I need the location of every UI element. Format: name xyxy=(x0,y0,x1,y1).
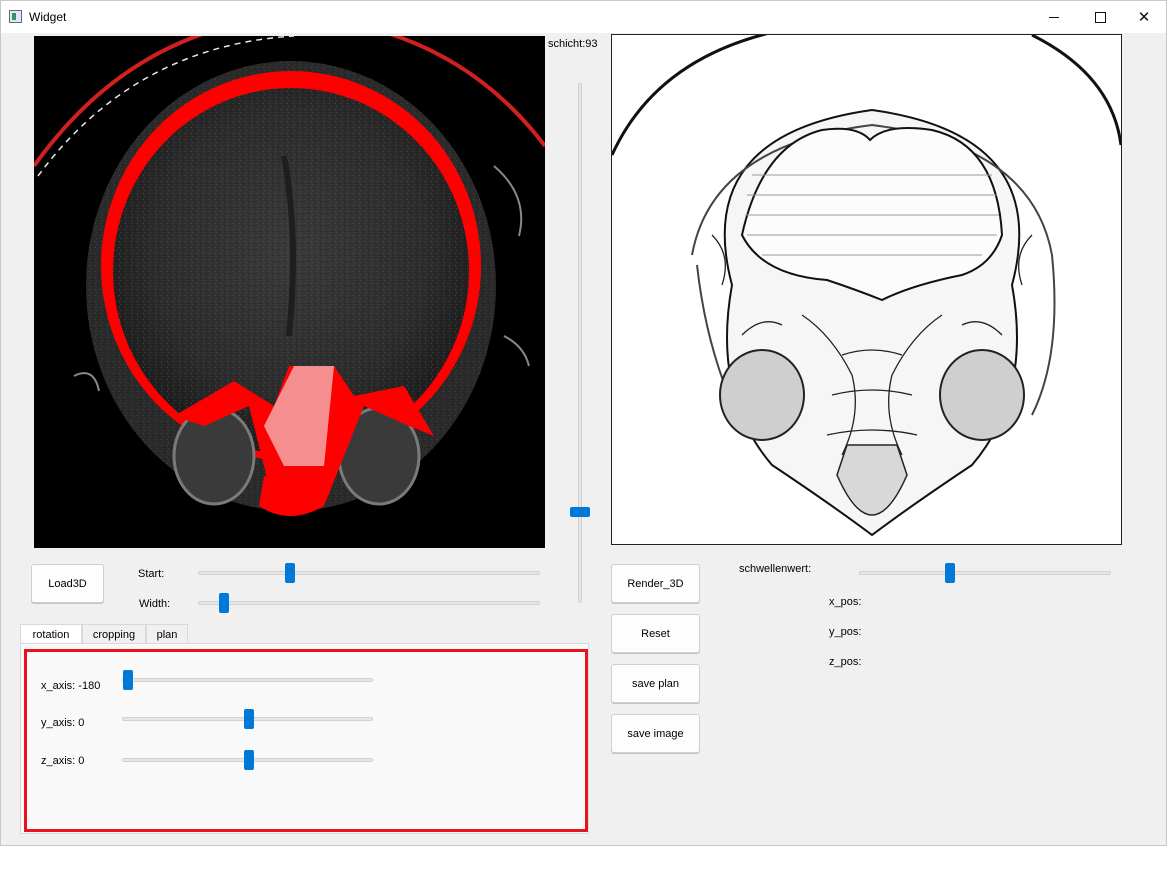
start-slider[interactable] xyxy=(198,563,540,583)
y-axis-label: y_axis: 0 xyxy=(41,717,85,729)
z-axis-label: z_axis: 0 xyxy=(41,755,85,767)
x-pos-label: x_pos: xyxy=(829,596,862,608)
main-window: Widget ✕ schicht:93 Load3D Start: Width:… xyxy=(0,0,1167,846)
x-axis-label: x_axis: -180 xyxy=(41,680,101,692)
ct-slice-image xyxy=(34,36,545,516)
z-axis-slider[interactable] xyxy=(122,750,373,770)
start-slider-handle[interactable] xyxy=(285,563,296,583)
slice-label: schicht:93 xyxy=(548,38,598,50)
title-bar[interactable]: Widget ✕ xyxy=(1,1,1166,33)
minimize-button[interactable] xyxy=(1031,1,1077,33)
render3d-button[interactable]: Render_3D xyxy=(611,564,700,603)
width-label: Width: xyxy=(139,598,171,610)
render-3d-view[interactable] xyxy=(611,34,1122,545)
tab-cropping[interactable]: cropping xyxy=(82,624,146,644)
save-plan-button[interactable]: save plan xyxy=(611,664,700,703)
slice-slider-handle[interactable] xyxy=(570,507,590,518)
load3d-button[interactable]: Load3D xyxy=(31,564,104,603)
threshold-slider[interactable] xyxy=(859,563,1111,583)
threshold-label: schwellenwert: xyxy=(739,563,812,575)
z-axis-slider-handle[interactable] xyxy=(243,750,254,770)
maximize-icon xyxy=(1094,11,1106,23)
threshold-slider-handle[interactable] xyxy=(944,563,955,583)
x-axis-slider[interactable] xyxy=(122,670,373,690)
width-slider[interactable] xyxy=(198,593,540,613)
window-title: Widget xyxy=(29,10,67,24)
ct-slice-view[interactable] xyxy=(34,36,545,548)
tab-rotation[interactable]: rotation xyxy=(20,624,82,645)
y-axis-slider-handle[interactable] xyxy=(243,709,254,729)
render-3d-image xyxy=(612,35,1121,537)
minimize-icon xyxy=(1049,16,1059,18)
slice-slider[interactable] xyxy=(570,83,590,603)
start-label: Start: xyxy=(138,568,165,580)
close-icon: ✕ xyxy=(1137,9,1151,26)
reset-button[interactable]: Reset xyxy=(611,614,700,653)
tab-plan[interactable]: plan xyxy=(146,624,188,644)
highlight-box xyxy=(24,649,588,832)
save-image-button[interactable]: save image xyxy=(611,714,700,753)
y-pos-label: y_pos: xyxy=(829,626,862,638)
width-slider-handle[interactable] xyxy=(218,593,229,613)
close-button[interactable]: ✕ xyxy=(1121,1,1167,33)
app-window-icon xyxy=(9,10,22,23)
maximize-button[interactable] xyxy=(1077,1,1123,33)
z-pos-label: z_pos: xyxy=(829,656,862,668)
y-axis-slider[interactable] xyxy=(122,709,373,729)
x-axis-slider-handle[interactable] xyxy=(123,670,133,690)
